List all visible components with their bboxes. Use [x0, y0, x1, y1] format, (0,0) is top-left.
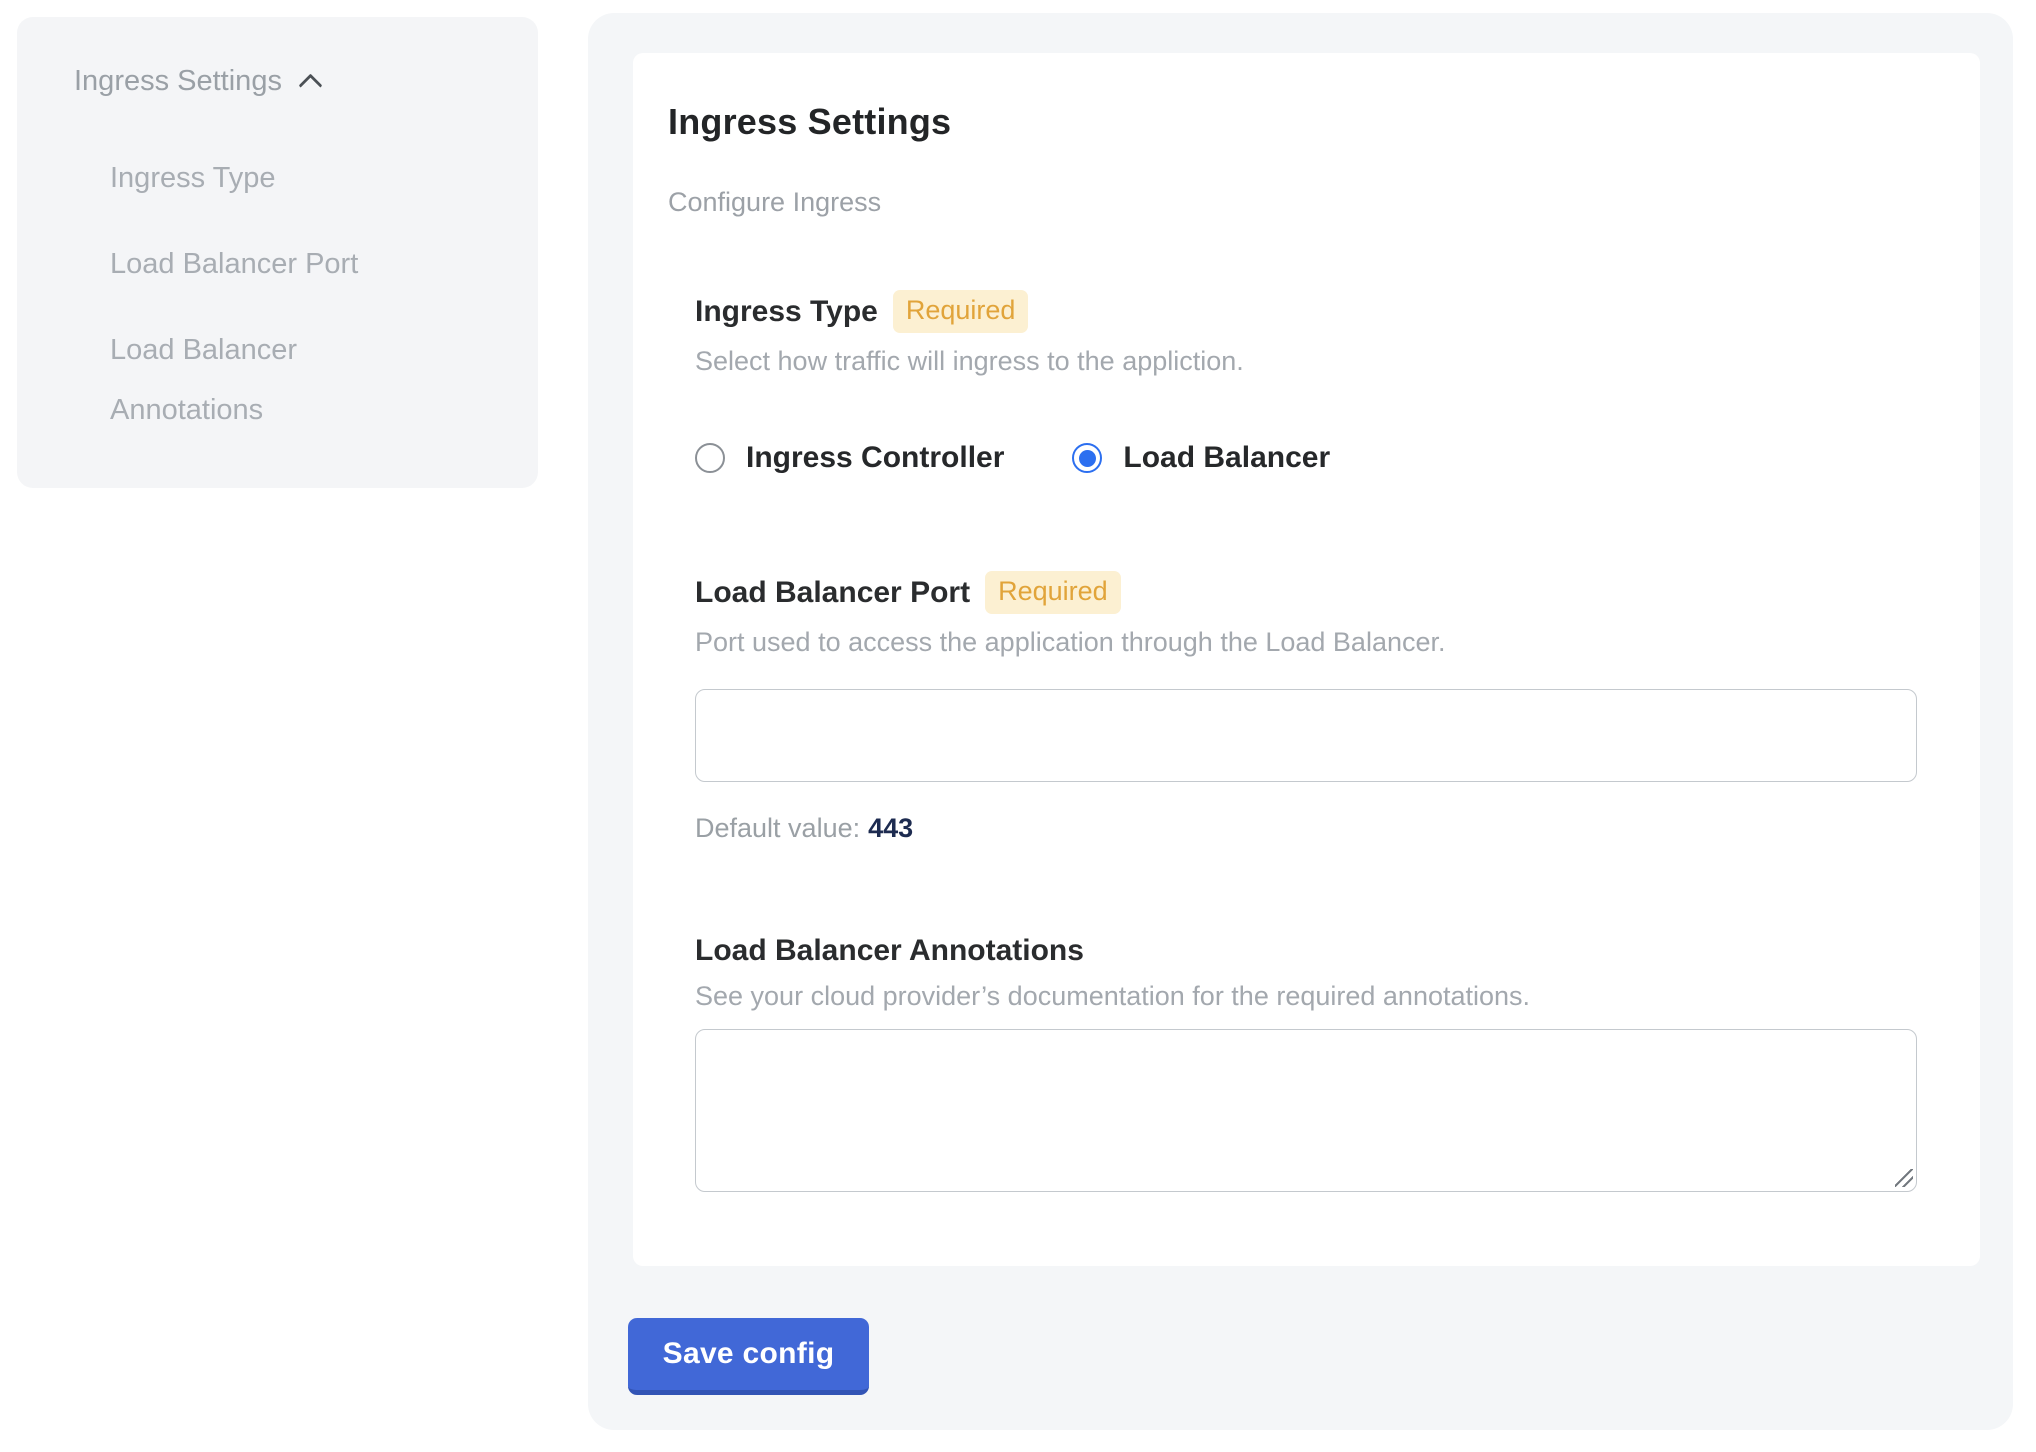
load-balancer-annotations-description: See your cloud provider’s documentation …: [695, 981, 1917, 1012]
default-value: 443: [868, 813, 913, 843]
sidebar-item-load-balancer-annotations[interactable]: Load Balancer Annotations: [110, 320, 380, 440]
load-balancer-annotations-section: Load Balancer Annotations See your cloud…: [695, 934, 1917, 1192]
page-title: Ingress Settings: [668, 101, 1917, 143]
load-balancer-port-section: Load Balancer Port Required Port used to…: [695, 571, 1917, 844]
load-balancer-port-description: Port used to access the application thro…: [695, 627, 1917, 658]
radio-label-ingress-controller[interactable]: Ingress Controller: [746, 441, 1004, 475]
ingress-type-description: Select how traffic will ingress to the a…: [695, 346, 1917, 377]
sidebar-section-title: Ingress Settings: [74, 65, 282, 98]
page-subtitle: Configure Ingress: [668, 187, 1917, 218]
textarea-resize-handle[interactable]: [1895, 1169, 1913, 1187]
settings-panel: Ingress Settings Configure Ingress Ingre…: [588, 13, 2013, 1430]
ingress-settings-card: Ingress Settings Configure Ingress Ingre…: [633, 53, 1980, 1266]
radio-label-load-balancer[interactable]: Load Balancer: [1123, 441, 1330, 475]
save-config-button[interactable]: Save config: [628, 1318, 869, 1395]
radio-unselected-icon[interactable]: [695, 443, 725, 473]
default-value-line: Default value: 443: [695, 813, 1917, 844]
load-balancer-annotations-textarea[interactable]: [695, 1029, 1917, 1192]
ingress-type-label: Ingress Type: [695, 295, 878, 329]
sidebar-item-list: Ingress Type Load Balancer Port Load Bal…: [110, 148, 498, 440]
sidebar-section-toggle[interactable]: Ingress Settings: [74, 65, 498, 98]
required-badge: Required: [985, 571, 1121, 614]
load-balancer-port-label: Load Balancer Port: [695, 576, 970, 610]
radio-dot: [1079, 450, 1096, 467]
sidebar-item-load-balancer-port[interactable]: Load Balancer Port: [110, 234, 380, 294]
default-value-label: Default value:: [695, 813, 860, 843]
sidebar-item-ingress-type[interactable]: Ingress Type: [110, 148, 380, 208]
settings-sidebar: Ingress Settings Ingress Type Load Balan…: [17, 17, 538, 488]
load-balancer-port-input[interactable]: [695, 689, 1917, 782]
radio-option-ingress-controller[interactable]: Ingress Controller: [695, 441, 1004, 475]
ingress-type-section: Ingress Type Required Select how traffic…: [695, 290, 1917, 475]
radio-selected-icon[interactable]: [1072, 443, 1102, 473]
load-balancer-annotations-label: Load Balancer Annotations: [695, 934, 1084, 968]
radio-option-load-balancer[interactable]: Load Balancer: [1072, 441, 1330, 475]
required-badge: Required: [893, 290, 1029, 333]
ingress-type-radio-group: Ingress Controller Load Balancer: [695, 441, 1917, 475]
chevron-up-icon: [298, 73, 322, 97]
